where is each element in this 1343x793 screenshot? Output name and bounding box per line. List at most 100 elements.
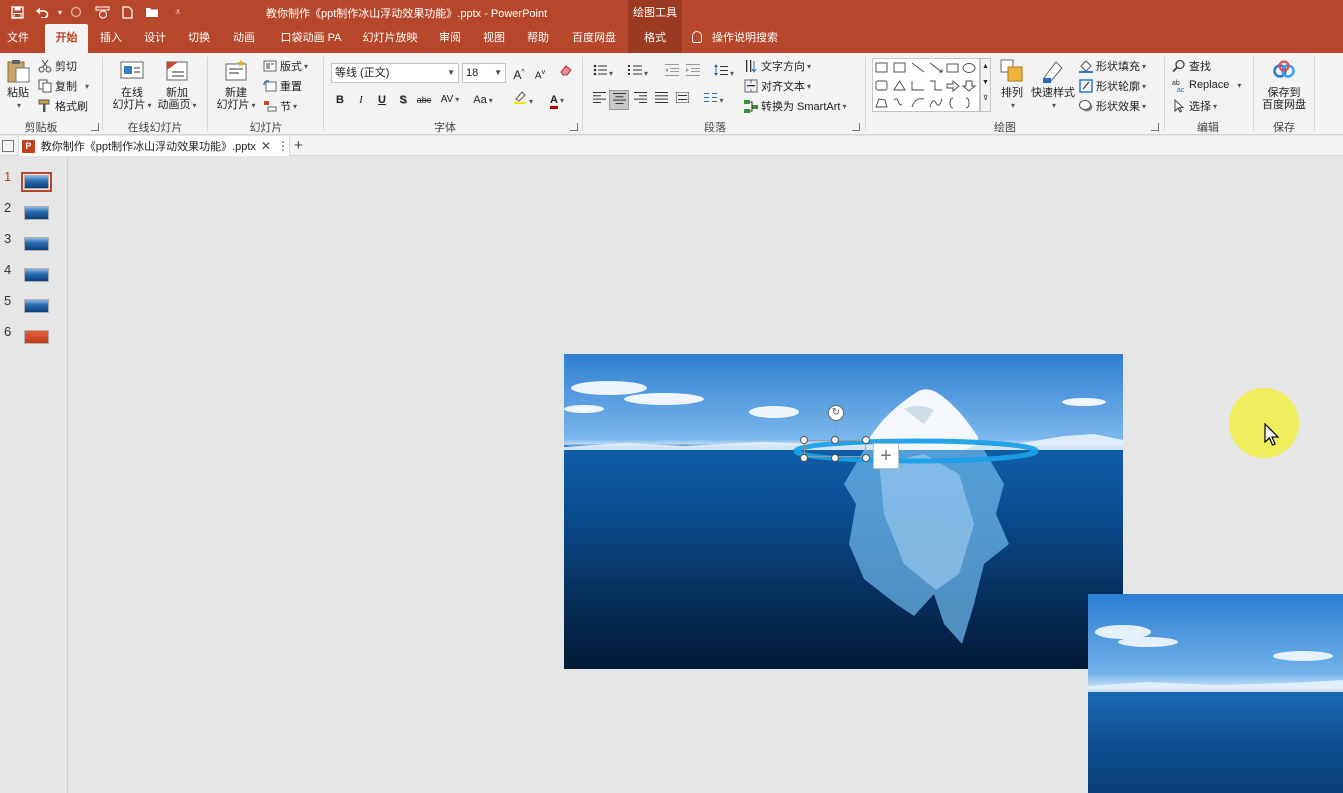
save-to-baidu-button[interactable]: 保存到 百度网盘 [1259,58,1309,111]
tab-animations[interactable]: 动画 [229,24,259,53]
resize-handle[interactable] [800,436,808,444]
paste-dropdown-icon[interactable]: ▾ [17,101,21,110]
clear-format-button[interactable] [556,63,576,83]
highlight-button[interactable]: ▾ [508,90,538,110]
document-tab[interactable]: P 教你制作《ppt制作冰山浮动效果功能》.pptx ✕ ⋮ [18,136,290,156]
grow-font-button[interactable]: A^ [509,63,529,83]
tab-slideshow[interactable]: 幻灯片放映 [360,24,420,53]
copy-button[interactable]: 复制 ▾ [38,78,89,94]
tab-design[interactable]: 设计 [140,24,170,53]
new-slide-dropdown-icon[interactable]: ▾ [251,101,255,110]
tell-me-search[interactable]: 操作说明搜索 [692,24,778,53]
smartart-dropdown-icon[interactable]: ▾ [842,102,846,111]
new-icon[interactable] [117,3,137,21]
numbering-button[interactable]: ▾ [623,63,653,83]
close-icon[interactable]: ✕ [261,139,271,153]
slide-thumbnail[interactable]: 4 [0,262,68,284]
find-button[interactable]: 查找 [1172,58,1211,74]
cut-button[interactable]: 剪切 [38,58,77,74]
clipboard-launcher-icon[interactable] [91,123,99,131]
change-case-button[interactable]: Aa ▾ [468,90,498,110]
shape-outline-dropdown-icon[interactable]: ▾ [1142,82,1146,91]
arrange-dropdown-icon[interactable]: ▾ [1011,101,1015,110]
quick-styles-dropdown-icon[interactable]: ▾ [1052,101,1056,110]
tab-review[interactable]: 审阅 [435,24,465,53]
layout-options-icon[interactable]: + [873,443,899,469]
font-color-dropdown-icon[interactable]: ▾ [560,96,564,105]
font-color-button[interactable]: A ▾ [543,90,571,110]
shape-gallery[interactable] [872,58,980,112]
touch-mode-icon[interactable] [92,3,112,21]
align-text-button[interactable]: 对齐文本 ▾ [744,78,811,94]
tab-insert[interactable]: 插入 [96,24,126,53]
columns-dropdown-icon[interactable]: ▾ [719,96,723,105]
change-case-dropdown-icon[interactable]: ▾ [489,96,493,105]
add-animation-page-button[interactable]: 新加 动画页 ▾ [155,58,199,112]
slide-thumbnail[interactable]: 6 [0,324,68,346]
tab-file[interactable]: 文件 [2,24,34,53]
dragged-picture[interactable] [1088,594,1343,793]
bullets-dropdown-icon[interactable]: ▾ [609,69,613,78]
new-tab-icon[interactable]: + [294,136,303,156]
tab-help[interactable]: 帮助 [523,24,553,53]
font-size-dropdown-icon[interactable]: ▼ [494,64,502,82]
tab-view[interactable]: 视图 [479,24,509,53]
customize-icon[interactable]: ⩡ [168,3,188,21]
new-slide-button[interactable]: 新建 幻灯片 ▾ [213,58,259,112]
line-spacing-button[interactable]: ▾ [710,63,738,83]
strikethrough-button[interactable]: abc [414,90,434,110]
tab-format[interactable]: 格式 [628,24,682,53]
tab-pocket-animation[interactable]: 口袋动画 PA [280,24,342,53]
slide-thumbnail[interactable]: 5 [0,293,68,315]
shape-effects-dropdown-icon[interactable]: ▾ [1142,102,1146,111]
highlight-dropdown-icon[interactable]: ▾ [529,97,533,106]
shape-outline-button[interactable]: 形状轮廓 ▾ [1079,78,1146,94]
resize-handle[interactable] [862,454,870,462]
select-button[interactable]: 选择 ▾ [1172,98,1217,114]
online-slides-button[interactable]: 在线 幻灯片 ▾ [110,58,154,112]
layout-dropdown-icon[interactable]: ▾ [304,62,308,71]
shape-gallery-scroll[interactable]: ▲ ▼ ⊽ [980,58,991,112]
underline-button[interactable]: U [372,90,392,110]
columns-button[interactable]: ▾ [700,90,728,110]
justify-button[interactable] [651,90,671,110]
text-direction-button[interactable]: 文字方向 ▾ [744,58,811,74]
shape-effects-button[interactable]: 形状效果 ▾ [1079,98,1146,114]
rotate-handle-icon[interactable]: ↻ [828,405,844,421]
select-dropdown-icon[interactable]: ▾ [1213,102,1217,111]
font-name-combo[interactable]: 等线 (正文) ▼ [331,63,459,83]
save-icon[interactable] [7,3,27,21]
format-painter-button[interactable]: 格式刷 [38,98,88,114]
shape-fill-dropdown-icon[interactable]: ▾ [1142,62,1146,71]
open-icon[interactable] [142,3,162,21]
more-options-icon[interactable]: ⋮ [277,139,289,153]
bold-button[interactable]: B [330,90,350,110]
section-dropdown-icon[interactable]: ▾ [293,102,297,111]
replace-dropdown-icon[interactable]: ▾ [1237,81,1241,90]
undo-icon[interactable] [32,3,52,21]
align-text-dropdown-icon[interactable]: ▾ [807,82,811,91]
tab-home[interactable]: 开始 [45,24,88,53]
tab-baidu[interactable]: 百度网盘 [568,24,620,53]
section-button[interactable]: 节 ▾ [263,98,297,114]
shape-fill-button[interactable]: 形状填充 ▾ [1079,58,1146,74]
replace-button[interactable]: ab ac Replace ▾ [1172,78,1241,94]
paragraph-launcher-icon[interactable] [852,123,860,131]
font-launcher-icon[interactable] [570,123,578,131]
increase-indent-button[interactable] [683,63,703,83]
layout-button[interactable]: 版式 ▾ [263,58,308,74]
paste-button[interactable]: 粘贴 ▾ [4,58,32,112]
char-spacing-button[interactable]: AV ▾ [436,90,464,110]
copy-dropdown-icon[interactable]: ▾ [85,82,89,91]
align-left-button[interactable] [589,90,609,110]
italic-button[interactable]: I [351,90,371,110]
slide-thumbnail[interactable]: 2 [0,200,68,222]
quick-styles-button[interactable]: 快速样式 ▾ [1030,58,1076,112]
slide-thumbnail[interactable]: 3 [0,231,68,253]
distributed-button[interactable] [672,90,692,110]
resize-handle[interactable] [862,436,870,444]
shrink-font-button[interactable]: Av [530,63,550,83]
shadow-button[interactable]: S [393,90,413,110]
slide-canvas[interactable]: ↻ + [564,354,1123,669]
add-animation-dropdown-icon[interactable]: ▾ [192,101,196,110]
